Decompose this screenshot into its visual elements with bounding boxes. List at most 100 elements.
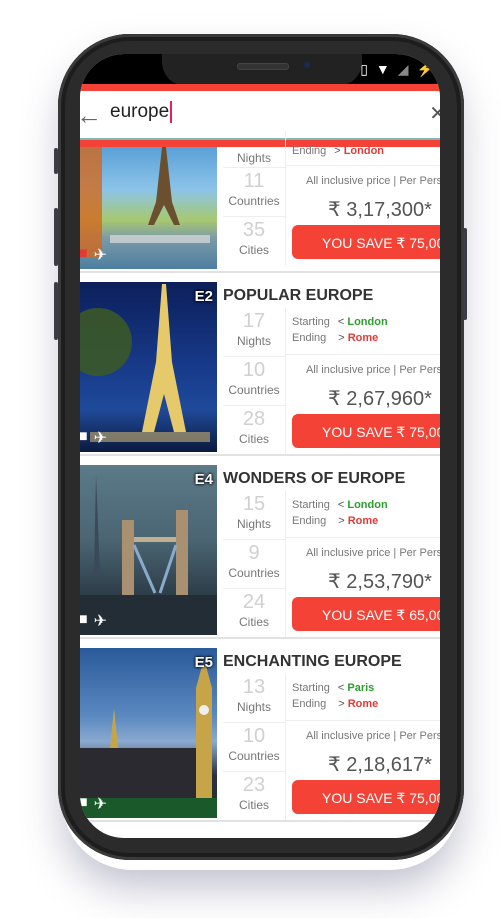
airplane-icon: ✈: [93, 796, 108, 813]
countries-label: Countries: [228, 383, 280, 397]
price-label: All inclusive price | Per Person: [306, 730, 440, 742]
nights-stat: Nights: [223, 131, 285, 168]
start-city: Paris: [347, 682, 375, 694]
ending-label: Ending: [292, 145, 327, 157]
cities-label: Cities: [238, 243, 269, 257]
route-info: Starting < London Ending > Rome: [292, 314, 388, 346]
package-card[interactable]: E5 ■ ✈ ENCHANTING EUROPE 13 Nights 10 Co…: [80, 648, 440, 822]
cities-label: Cities: [238, 432, 269, 446]
image-icons: ■ ✈: [80, 245, 107, 265]
cities-count: 23: [242, 774, 266, 796]
image-icons: ■ ✈: [80, 428, 107, 448]
countries-label: Countries: [228, 566, 280, 580]
end-city: London: [343, 145, 385, 157]
countries-count: 9: [248, 542, 260, 564]
ending-row: Ending > Rome: [292, 330, 388, 346]
close-icon[interactable]: ✕: [429, 101, 440, 126]
package-image: E4 ■ ✈: [80, 465, 217, 635]
divider: [286, 537, 440, 538]
package-stats: 17 Nights 10 Countries 28 Cities: [223, 308, 286, 454]
countries-stat: 11 Countries: [223, 168, 285, 217]
status-icons: ▯ ▼ ◢ ⚡: [360, 61, 434, 77]
nights-count: 17: [242, 310, 266, 332]
package-title: WONDERS OF EUROPE: [223, 470, 406, 487]
end-city: Rome: [347, 698, 379, 710]
ending-row: Ending > London: [292, 143, 384, 159]
nights-label: Nights: [236, 517, 271, 531]
you-save-button[interactable]: YOU SAVE ₹ 75,000: [292, 780, 440, 814]
route-info: Ending > London: [292, 143, 384, 159]
nights-label: Nights: [236, 151, 271, 165]
package-code-badge: E2: [194, 288, 213, 305]
ending-label: Ending: [292, 515, 327, 527]
no-signal-icon: ◢: [397, 61, 409, 77]
front-camera: [302, 60, 312, 70]
notch: [162, 54, 362, 86]
countries-stat: 10 Countries: [223, 357, 285, 406]
ending-label: Ending: [292, 698, 327, 710]
text-cursor: [170, 101, 173, 123]
package-code-badge: E5: [194, 654, 213, 671]
package-image: E2 ■ ✈: [80, 282, 217, 452]
big-ben-image: [80, 666, 217, 818]
image-icons: ■ ✈: [80, 611, 107, 631]
search-input[interactable]: europe: [110, 101, 400, 123]
package-stats: 13 Nights 10 Countries 23 Cities: [223, 674, 286, 820]
phone-screen: ▯ ▼ ◢ ⚡ ← europe ✕ ■ ✈ Nights 11 Countri…: [80, 54, 440, 838]
starting-label: Starting: [292, 682, 330, 694]
starting-arrow: <: [337, 499, 345, 511]
you-save-button[interactable]: YOU SAVE ₹ 65,000: [292, 597, 440, 631]
you-save-button[interactable]: YOU SAVE ₹ 75,000: [292, 225, 440, 259]
package-image: E5 ■ ✈: [80, 648, 217, 818]
price-label: All inclusive price | Per Person: [306, 175, 440, 187]
package-code-badge: E4: [194, 471, 213, 488]
package-card[interactable]: E4 ■ ✈ WONDERS OF EUROPE 15 Nights 9 Cou…: [80, 465, 440, 639]
package-card[interactable]: E2 ■ ✈ POPULAR EUROPE 17 Nights 10 Count…: [80, 282, 440, 456]
price-label: All inclusive price | Per Person: [306, 547, 440, 559]
countries-stat: 10 Countries: [223, 723, 285, 772]
divider: [286, 165, 440, 166]
nights-stat: 13 Nights: [223, 674, 285, 723]
you-save-button[interactable]: YOU SAVE ₹ 75,000: [292, 414, 440, 448]
package-card[interactable]: ■ ✈ Nights 11 Countries 35 Cities Ending…: [80, 131, 440, 273]
cities-label: Cities: [238, 615, 269, 629]
nights-count: 13: [242, 676, 266, 698]
eiffel-tower-night-image: [80, 284, 210, 442]
cities-stat: 28 Cities: [223, 406, 285, 454]
package-title: POPULAR EUROPE: [223, 287, 374, 304]
package-price: ₹ 3,17,300*: [328, 199, 432, 221]
starting-label: Starting: [292, 316, 330, 328]
toolbar-accent-top: [80, 84, 440, 91]
route-info: Starting < Paris Ending > Rome: [292, 680, 378, 712]
ending-label: Ending: [292, 332, 327, 344]
phone-power-button: [463, 228, 467, 320]
countries-count: 11: [243, 170, 265, 192]
package-image: ■ ✈: [80, 147, 217, 269]
package-stats: Nights 11 Countries 35 Cities: [223, 131, 286, 265]
airplane-icon: ✈: [93, 247, 108, 264]
divider: [286, 354, 440, 355]
starting-row: Starting < Paris: [292, 680, 378, 696]
end-city: Rome: [347, 515, 379, 527]
tower-bridge-image: [80, 475, 217, 635]
nights-label: Nights: [236, 700, 271, 714]
nights-stat: 15 Nights: [223, 491, 285, 540]
countries-label: Countries: [228, 749, 280, 763]
start-city: London: [347, 499, 388, 511]
airplane-icon: ✈: [93, 613, 108, 630]
cities-stat: 23 Cities: [223, 772, 285, 820]
ending-row: Ending > Rome: [292, 696, 378, 712]
ending-arrow: >: [338, 698, 345, 710]
ending-arrow: >: [334, 145, 341, 157]
package-title: ENCHANTING EUROPE: [223, 653, 402, 670]
countries-label: Countries: [228, 194, 280, 208]
starting-row: Starting < London: [292, 314, 388, 330]
starting-label: Starting: [292, 499, 330, 511]
cities-stat: 35 Cities: [223, 217, 285, 265]
arrow-left-icon[interactable]: ←: [80, 100, 102, 131]
starting-arrow: <: [337, 682, 345, 694]
airplane-icon: ✈: [93, 430, 108, 447]
hotel-icon: ■: [80, 611, 88, 628]
wifi-icon: ▼: [375, 61, 390, 77]
route-info: Starting < London Ending > Rome: [292, 497, 388, 529]
